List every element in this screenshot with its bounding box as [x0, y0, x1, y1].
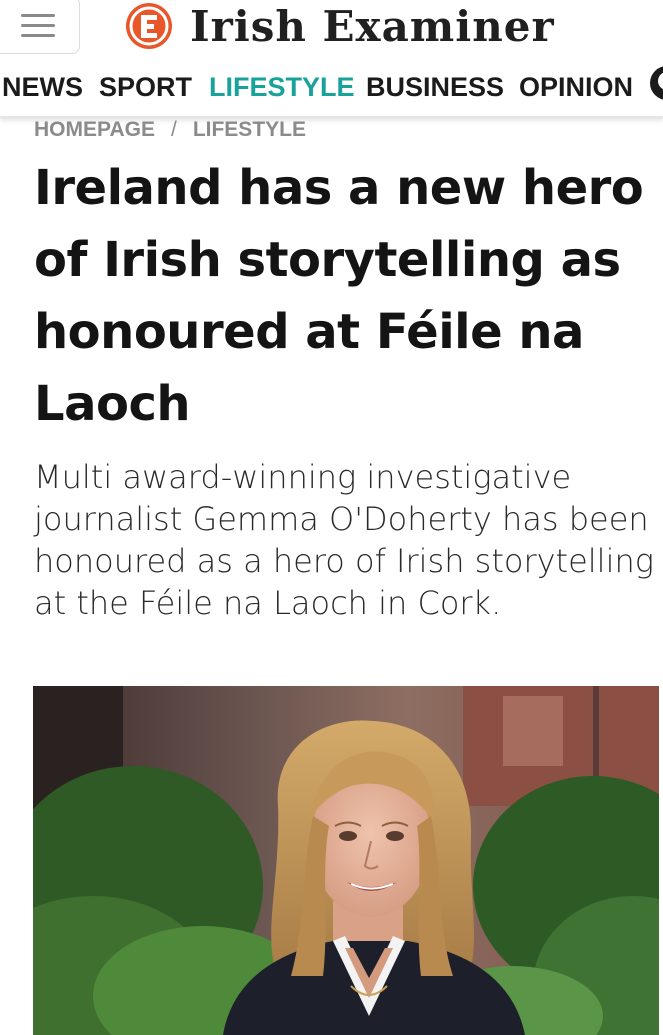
- brand-home-link[interactable]: Irish Examiner: [122, 0, 555, 52]
- section-nav: NEWS SPORT LIFESTYLE BUSINESS OPINION: [0, 60, 663, 118]
- article-headline: Ireland has a new hero of Irish storytel…: [34, 160, 644, 432]
- hamburger-icon-line: [21, 34, 55, 37]
- nav-item-sport[interactable]: SPORT: [99, 72, 192, 103]
- breadcrumb-separator: /: [170, 118, 177, 141]
- menu-button[interactable]: [0, 0, 80, 54]
- user-account-icon[interactable]: [650, 66, 663, 100]
- brand-name: Irish Examiner: [190, 1, 555, 51]
- nav-item-opinion[interactable]: OPINION: [519, 72, 633, 103]
- hamburger-icon-line: [21, 14, 55, 17]
- hamburger-icon-line: [21, 24, 55, 27]
- breadcrumb: HOMEPAGE / LIFESTYLE: [34, 118, 306, 142]
- breadcrumb-home-link[interactable]: HOMEPAGE: [34, 118, 155, 141]
- article-standfirst: Multi award-winning investigative journa…: [34, 458, 654, 622]
- site-header: Irish Examiner: [0, 0, 663, 58]
- irish-examiner-logo-icon: [126, 3, 172, 49]
- breadcrumb-section-link[interactable]: LIFESTYLE: [193, 118, 306, 141]
- nav-item-business[interactable]: BUSINESS: [366, 72, 504, 103]
- portrait-photo: [33, 686, 659, 1035]
- nav-item-news[interactable]: NEWS: [2, 72, 83, 103]
- article-hero-image: [33, 686, 659, 1035]
- nav-item-lifestyle[interactable]: LIFESTYLE: [209, 72, 355, 103]
